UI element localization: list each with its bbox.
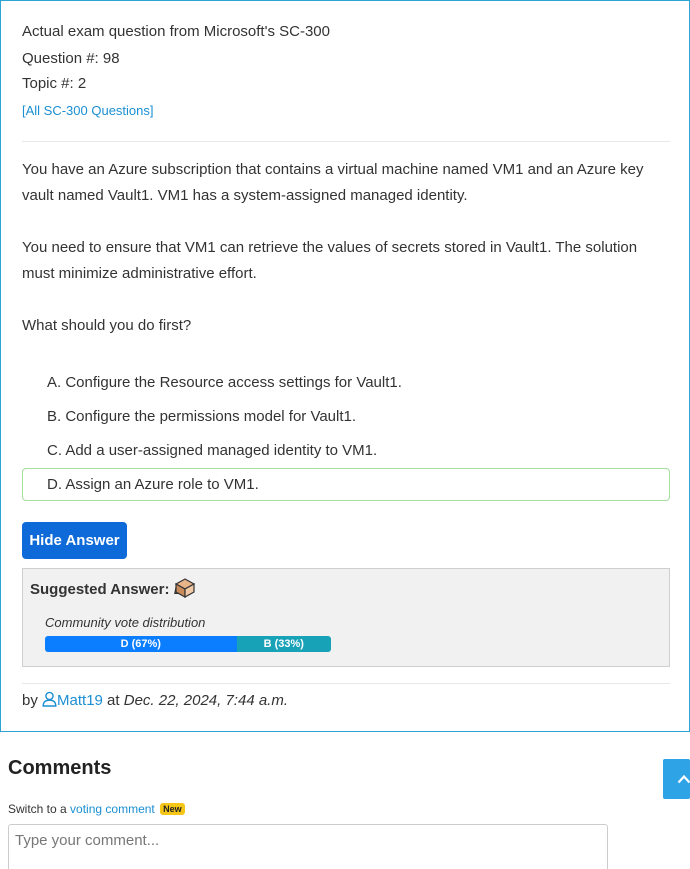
new-badge: New [160, 803, 185, 815]
question-paragraph-2: You need to ensure that VM1 can retrieve… [22, 239, 638, 282]
chevron-up-icon [677, 771, 690, 788]
divider [22, 683, 670, 684]
voting-comment-link[interactable]: voting comment [70, 802, 155, 816]
divider [22, 141, 670, 142]
hide-answer-button[interactable]: Hide Answer [22, 522, 127, 559]
question-number: Question #: 98 [22, 50, 120, 67]
suggested-answer-box: Suggested Answer: D Community vote distr… [22, 568, 670, 667]
comments-heading: Comments [8, 757, 112, 779]
byline: by Matt19 at Dec. 22, 2024, 7:44 a.m. [22, 691, 288, 711]
vote-segment-b: B (33%) [236, 636, 331, 652]
question-card: Actual exam question from Microsoft's SC… [0, 0, 690, 732]
author-link[interactable]: Matt19 [57, 692, 103, 709]
post-date: Dec. 22, 2024, 7:44 a.m. [123, 692, 289, 709]
question-paragraph-1: You have an Azure subscription that cont… [22, 161, 644, 204]
switch-prefix: Switch to a [8, 802, 67, 816]
exam-title: Actual exam question from Microsoft's SC… [22, 23, 330, 40]
topic-number: Topic #: 2 [22, 75, 87, 92]
vote-segment-d: D (67%) [45, 636, 237, 652]
vote-distribution-bar: D (67%) B (33%) [45, 636, 331, 652]
choice-d-correct[interactable]: D. Assign an Azure role to VM1. [22, 468, 670, 501]
choice-b[interactable]: B. Configure the permissions model for V… [22, 400, 670, 433]
all-questions-link[interactable]: [All SC-300 Questions] [22, 103, 154, 118]
switch-comment-type: Switch to a voting comment New [8, 802, 185, 816]
suggested-answer: Suggested Answer: D [30, 581, 184, 598]
user-icon [42, 691, 57, 711]
suggested-answer-label: Suggested Answer: [30, 581, 170, 598]
comment-input[interactable] [8, 824, 608, 869]
scroll-to-top-button[interactable] [663, 759, 690, 799]
vote-distribution-label: Community vote distribution [45, 615, 206, 630]
choice-a[interactable]: A. Configure the Resource access setting… [22, 366, 670, 399]
byline-by: by [22, 692, 38, 709]
choice-c[interactable]: C. Add a user-assigned managed identity … [22, 434, 670, 467]
question-prompt: What should you do first? [22, 317, 192, 334]
cube-icon [174, 578, 196, 602]
byline-at: at [107, 692, 120, 709]
